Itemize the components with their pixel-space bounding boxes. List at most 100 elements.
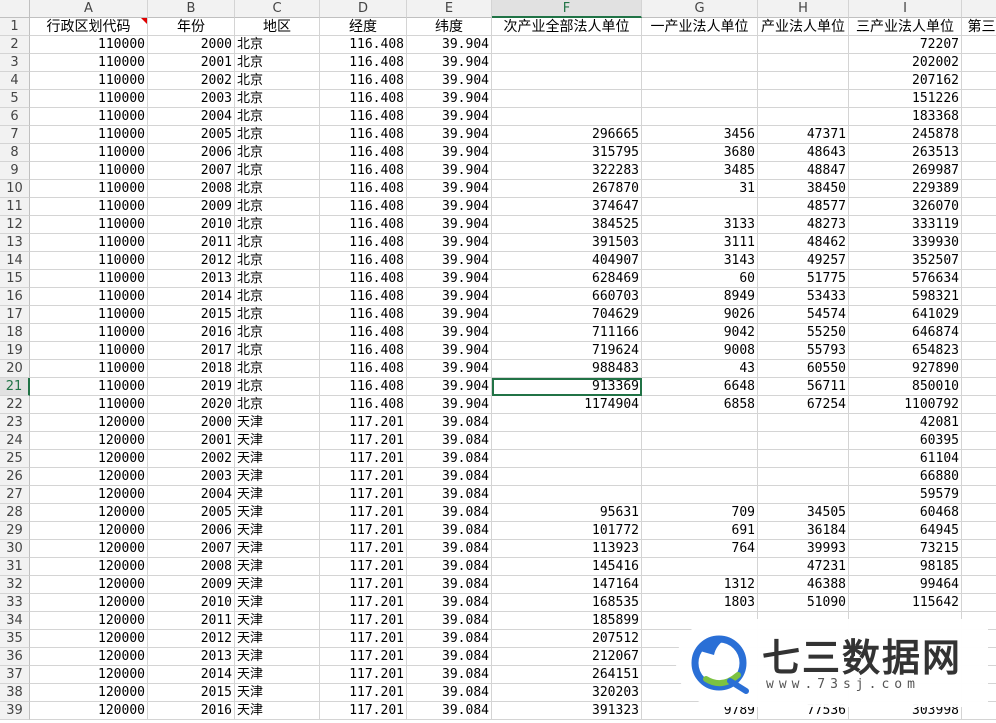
grid-cell[interactable]: 263513	[849, 144, 962, 162]
grid-cell[interactable]: 61104	[849, 450, 962, 468]
grid-cell[interactable]	[962, 594, 996, 612]
grid-cell[interactable]: 120000	[30, 486, 148, 504]
column-header-a[interactable]: A	[30, 0, 148, 18]
row-header[interactable]: 29	[0, 522, 30, 540]
grid-cell[interactable]: 2013	[148, 270, 235, 288]
grid-cell[interactable]: 2017	[148, 342, 235, 360]
grid-cell[interactable]: 110000	[30, 306, 148, 324]
grid-cell[interactable]: 9026	[642, 306, 758, 324]
grid-cell[interactable]: 120000	[30, 432, 148, 450]
grid-cell[interactable]	[758, 414, 849, 432]
grid-cell[interactable]: 北京	[235, 144, 320, 162]
grid-cell[interactable]: 60468	[849, 504, 962, 522]
grid-cell[interactable]: 116.408	[320, 252, 407, 270]
grid-cell[interactable]: 39.904	[407, 216, 492, 234]
grid-cell[interactable]: 北京	[235, 360, 320, 378]
grid-cell[interactable]: 天津	[235, 576, 320, 594]
grid-cell[interactable]: 117.201	[320, 702, 407, 720]
grid-cell[interactable]: 8949	[642, 288, 758, 306]
grid-cell[interactable]: 48643	[758, 144, 849, 162]
grid-cell[interactable]: 2001	[148, 54, 235, 72]
grid-cell[interactable]	[962, 36, 996, 54]
grid-cell[interactable]	[642, 198, 758, 216]
grid-cell[interactable]: 117.201	[320, 450, 407, 468]
grid-cell[interactable]: 北京	[235, 108, 320, 126]
row-header[interactable]: 7	[0, 126, 30, 144]
grid-cell[interactable]: 116.408	[320, 72, 407, 90]
grid-cell[interactable]: 2008	[148, 180, 235, 198]
header-cell[interactable]: 一产业法人单位	[642, 18, 758, 36]
grid-cell[interactable]	[962, 72, 996, 90]
grid-cell[interactable]: 2011	[148, 612, 235, 630]
grid-cell[interactable]: 天津	[235, 594, 320, 612]
grid-cell[interactable]	[962, 522, 996, 540]
grid-cell[interactable]: 117.201	[320, 432, 407, 450]
grid-cell[interactable]: 117.201	[320, 684, 407, 702]
grid-cell[interactable]: 391323	[492, 702, 642, 720]
grid-cell[interactable]: 39.084	[407, 576, 492, 594]
grid-cell[interactable]: 207512	[492, 630, 642, 648]
grid-cell[interactable]: 北京	[235, 198, 320, 216]
grid-cell[interactable]: 117.201	[320, 594, 407, 612]
grid-cell[interactable]	[962, 198, 996, 216]
grid-cell[interactable]: 207162	[849, 72, 962, 90]
grid-cell[interactable]: 北京	[235, 36, 320, 54]
grid-cell[interactable]: 320203	[492, 684, 642, 702]
grid-cell[interactable]	[642, 414, 758, 432]
row-header[interactable]: 21	[0, 378, 30, 396]
grid-cell[interactable]: 60395	[849, 432, 962, 450]
grid-cell[interactable]: 天津	[235, 684, 320, 702]
grid-cell[interactable]	[492, 486, 642, 504]
grid-cell[interactable]	[492, 468, 642, 486]
grid-cell[interactable]: 39.084	[407, 684, 492, 702]
grid-cell[interactable]	[492, 108, 642, 126]
row-header[interactable]: 38	[0, 684, 30, 702]
grid-cell[interactable]: 55250	[758, 324, 849, 342]
grid-cell[interactable]: 39.084	[407, 432, 492, 450]
grid-cell[interactable]: 北京	[235, 234, 320, 252]
grid-cell[interactable]: 110000	[30, 378, 148, 396]
row-header[interactable]: 19	[0, 342, 30, 360]
grid-cell[interactable]: 3133	[642, 216, 758, 234]
grid-cell[interactable]: 110000	[30, 72, 148, 90]
grid-cell[interactable]	[642, 558, 758, 576]
grid-cell[interactable]	[758, 54, 849, 72]
grid-cell[interactable]: 北京	[235, 252, 320, 270]
grid-cell[interactable]: 47371	[758, 126, 849, 144]
grid-cell[interactable]: 110000	[30, 234, 148, 252]
grid-cell[interactable]: 39.904	[407, 144, 492, 162]
grid-cell[interactable]: 691	[642, 522, 758, 540]
grid-cell[interactable]: 39.084	[407, 522, 492, 540]
grid-cell[interactable]: 120000	[30, 612, 148, 630]
grid-cell[interactable]	[642, 486, 758, 504]
grid-cell[interactable]	[758, 36, 849, 54]
grid-cell[interactable]: 天津	[235, 432, 320, 450]
grid-cell[interactable]: 120000	[30, 666, 148, 684]
grid-cell[interactable]	[962, 306, 996, 324]
header-cell[interactable]: 三产业法人单位	[849, 18, 962, 36]
grid-cell[interactable]: 51775	[758, 270, 849, 288]
grid-cell[interactable]: 2014	[148, 288, 235, 306]
column-header-g[interactable]: G	[642, 0, 758, 18]
row-header[interactable]: 8	[0, 144, 30, 162]
grid-cell[interactable]: 116.408	[320, 90, 407, 108]
grid-cell[interactable]: 120000	[30, 576, 148, 594]
grid-cell[interactable]: 113923	[492, 540, 642, 558]
grid-cell[interactable]: 2015	[148, 306, 235, 324]
grid-cell[interactable]: 2018	[148, 360, 235, 378]
grid-cell[interactable]: 110000	[30, 90, 148, 108]
grid-cell[interactable]: 101772	[492, 522, 642, 540]
grid-cell[interactable]: 628469	[492, 270, 642, 288]
grid-cell[interactable]: 天津	[235, 522, 320, 540]
grid-cell[interactable]: 34505	[758, 504, 849, 522]
grid-cell[interactable]	[758, 468, 849, 486]
row-header[interactable]: 20	[0, 360, 30, 378]
grid-cell[interactable]: 2016	[148, 702, 235, 720]
column-header-j[interactable]	[962, 0, 996, 18]
row-header[interactable]: 36	[0, 648, 30, 666]
grid-cell[interactable]: 374647	[492, 198, 642, 216]
grid-cell[interactable]	[642, 432, 758, 450]
row-header[interactable]: 11	[0, 198, 30, 216]
grid-cell[interactable]: 39.084	[407, 414, 492, 432]
grid-cell[interactable]: 39.084	[407, 630, 492, 648]
